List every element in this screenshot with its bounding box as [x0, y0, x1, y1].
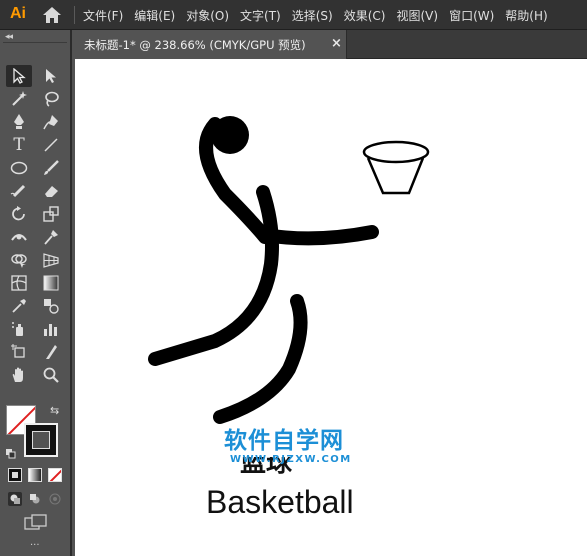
- type-tool-icon[interactable]: T: [6, 134, 32, 156]
- shaper-tool-icon[interactable]: [6, 180, 32, 202]
- gradient-mode-button[interactable]: [28, 468, 42, 482]
- symbol-sprayer-tool-icon[interactable]: [6, 318, 32, 340]
- magic-wand-tool-icon[interactable]: [6, 88, 32, 110]
- basketball-pictogram: [148, 116, 430, 424]
- menu-object[interactable]: 对象(O): [186, 7, 229, 24]
- document-tab-bar: 未标题-1* @ 238.66% (CMYK/GPU 预览) ×: [75, 30, 587, 59]
- rotate-tool-icon[interactable]: [6, 203, 32, 225]
- zoom-tool-icon[interactable]: [38, 364, 64, 386]
- screen-mode-icon[interactable]: [24, 514, 48, 532]
- figure-leg-back: [213, 294, 308, 424]
- eyedropper-tool-icon[interactable]: [6, 295, 32, 317]
- scale-tool-icon[interactable]: [38, 203, 64, 225]
- shape-builder-tool-icon[interactable]: [6, 249, 32, 271]
- menu-file[interactable]: 文件(F): [83, 7, 123, 24]
- draw-inside-icon[interactable]: [48, 492, 62, 506]
- home-icon[interactable]: [42, 6, 62, 24]
- default-fill-stroke-icon[interactable]: [6, 448, 16, 459]
- hoop-net: [366, 157, 425, 195]
- stroke-color-swatch[interactable]: [24, 423, 58, 457]
- perspective-grid-tool-icon[interactable]: [38, 249, 64, 271]
- figure-arm-extended: [258, 225, 379, 246]
- color-mode-button[interactable]: [8, 468, 22, 482]
- width-tool-icon[interactable]: [6, 226, 32, 248]
- hand-tool-icon[interactable]: [6, 364, 32, 386]
- direct-selection-tool-icon[interactable]: [38, 65, 64, 87]
- hoop-rim: [362, 140, 430, 164]
- more-tools-icon[interactable]: ···: [30, 540, 40, 551]
- menu-bar: Ai 文件(F) 编辑(E) 对象(O) 文字(T) 选择(S) 效果(C) 视…: [0, 0, 587, 30]
- artboard-canvas[interactable]: [75, 59, 587, 556]
- watermark-text: 软件自学网: [224, 428, 344, 454]
- watermark-url: WWW.RJZXW.COM: [230, 454, 352, 465]
- menu-edit[interactable]: 编辑(E): [134, 7, 175, 24]
- mesh-tool-icon[interactable]: [6, 272, 32, 294]
- tools-panel: ◂◂ T ⇆ ···: [0, 30, 72, 556]
- slice-tool-icon[interactable]: [38, 341, 64, 363]
- artboard-tool-icon[interactable]: [6, 341, 32, 363]
- menu-items: 文件(F) 编辑(E) 对象(O) 文字(T) 选择(S) 效果(C) 视图(V…: [83, 0, 559, 30]
- line-segment-tool-icon[interactable]: [38, 134, 64, 156]
- app-logo: Ai: [10, 5, 26, 22]
- puppet-warp-tool-icon[interactable]: [38, 226, 64, 248]
- menu-type[interactable]: 文字(T): [240, 7, 281, 24]
- document-tab-title: 未标题-1* @ 238.66% (CMYK/GPU 预览): [84, 38, 306, 52]
- menu-separator: [74, 6, 75, 24]
- menu-view[interactable]: 视图(V): [396, 7, 438, 24]
- menu-help[interactable]: 帮助(H): [505, 7, 547, 24]
- menu-window[interactable]: 窗口(W): [449, 7, 494, 24]
- ellipse-tool-icon[interactable]: [6, 157, 32, 179]
- pen-tool-icon[interactable]: [6, 111, 32, 133]
- menu-effect[interactable]: 效果(C): [344, 7, 386, 24]
- swap-fill-stroke-icon[interactable]: ⇆: [50, 404, 59, 417]
- none-mode-button[interactable]: [48, 468, 62, 482]
- close-icon[interactable]: ×: [331, 36, 342, 51]
- menu-select[interactable]: 选择(S): [292, 7, 333, 24]
- draw-normal-icon[interactable]: [8, 492, 22, 506]
- artwork-label-english: Basketball: [206, 484, 354, 520]
- eraser-tool-icon[interactable]: [38, 180, 64, 202]
- collapse-panel-icon[interactable]: ◂◂: [5, 32, 13, 42]
- toolbar-divider: [3, 42, 67, 43]
- paintbrush-tool-icon[interactable]: [38, 157, 64, 179]
- selection-tool-icon[interactable]: [6, 65, 32, 87]
- gradient-tool-icon[interactable]: [38, 272, 64, 294]
- curvature-tool-icon[interactable]: [38, 111, 64, 133]
- lasso-tool-icon[interactable]: [38, 88, 64, 110]
- draw-behind-icon[interactable]: [28, 492, 42, 506]
- document-tab[interactable]: 未标题-1* @ 238.66% (CMYK/GPU 预览) ×: [75, 30, 347, 59]
- blend-tool-icon[interactable]: [38, 295, 64, 317]
- column-graph-tool-icon[interactable]: [38, 318, 64, 340]
